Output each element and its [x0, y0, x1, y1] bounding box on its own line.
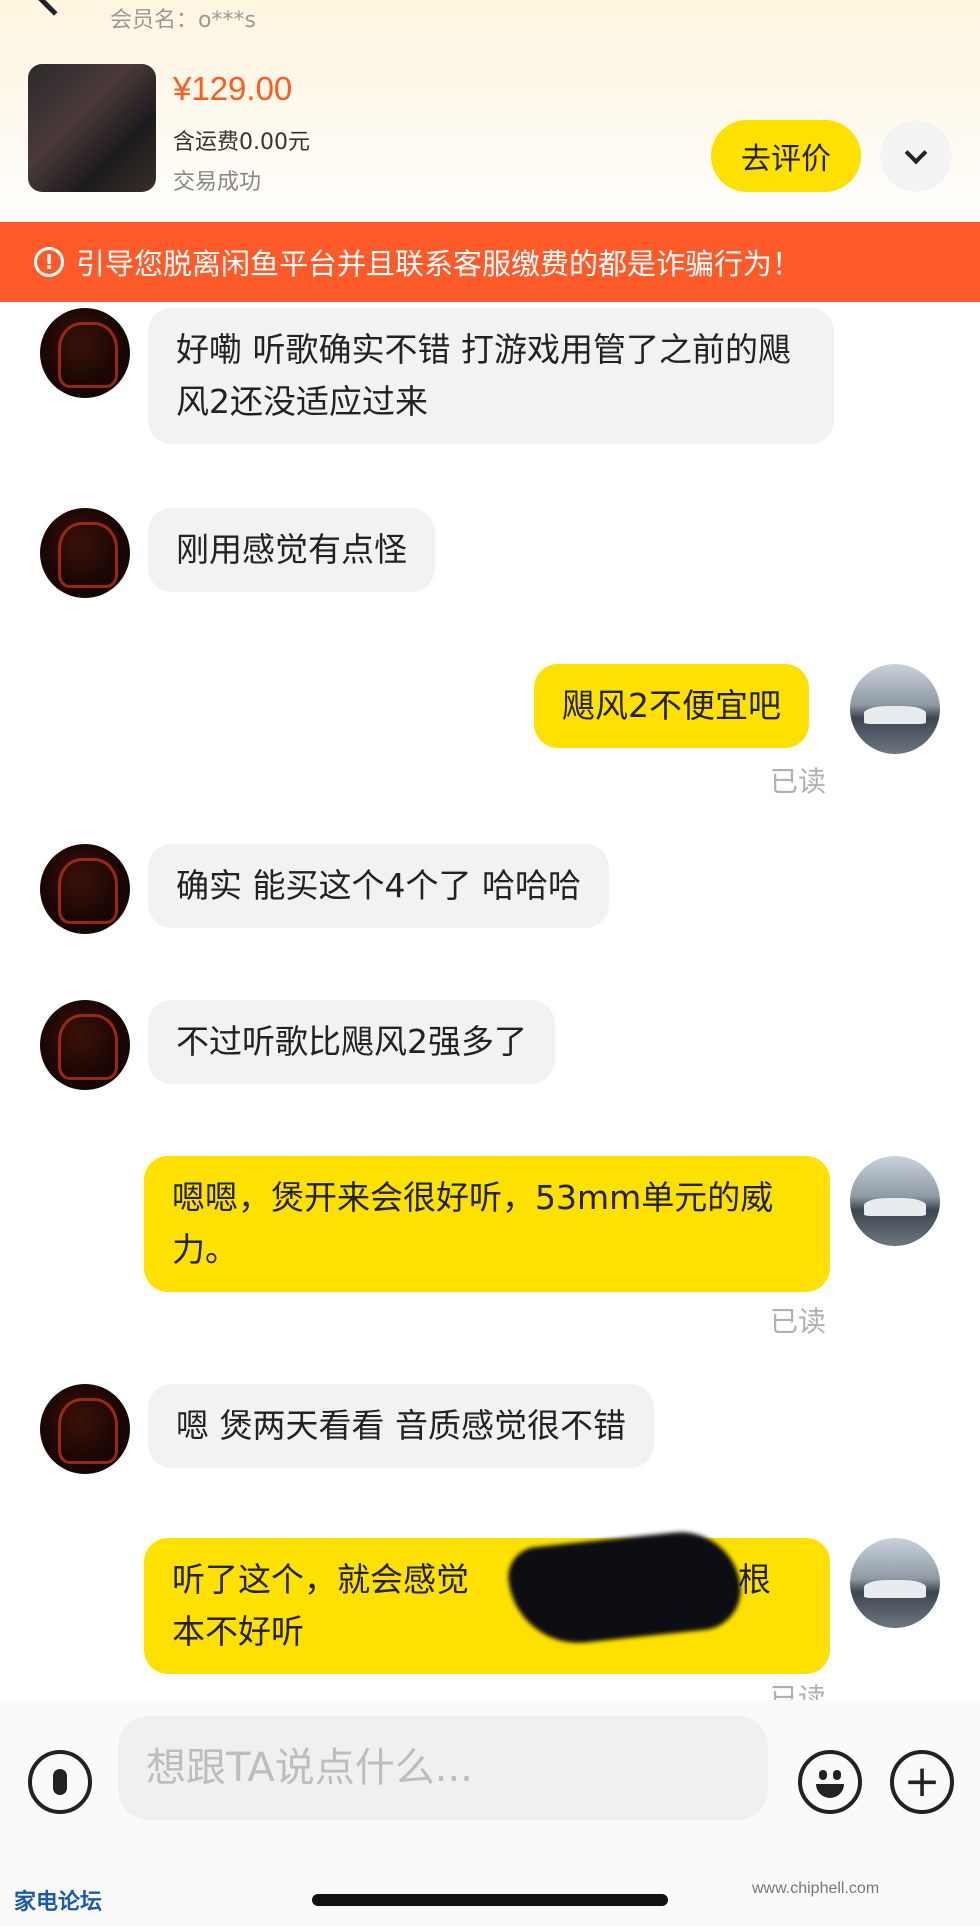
shipping-fee: 含运费0.00元 — [173, 130, 310, 155]
smiley-mouth — [816, 1784, 844, 1798]
plus-icon: + — [903, 1756, 941, 1807]
message-bubble-outgoing: 嗯嗯，煲开来会很好听，53mm单元的威力。 — [144, 1156, 830, 1292]
warning-icon: ! — [34, 247, 64, 277]
product-thumbnail[interactable] — [28, 64, 156, 192]
expand-button[interactable] — [880, 120, 952, 192]
warning-text: 引导您脱离闲鱼平台并且联系客服缴费的都是诈骗行为！ — [76, 247, 802, 281]
message-bubble-incoming: 不过听歌比飓风2强多了 — [148, 1000, 555, 1084]
voice-button[interactable] — [28, 1750, 92, 1814]
fraud-warning-banner: ! 引导您脱离闲鱼平台并且联系客服缴费的都是诈骗行为！ — [0, 222, 980, 302]
microphone-icon — [53, 1769, 67, 1795]
message-bubble-incoming: 嗯 煲两天看看 音质感觉很不错 — [148, 1384, 654, 1468]
message-bubble-outgoing: 飓风2不便宜吧 — [534, 664, 809, 748]
read-receipt: 已读 — [770, 765, 827, 798]
review-button[interactable]: 去评价 — [711, 120, 861, 192]
message-bubble-incoming: 好嘞 听歌确实不错 打游戏用管了之前的飓风2还没适应过来 — [148, 308, 834, 444]
member-name: 会员名：o***s — [110, 8, 256, 33]
read-receipt: 已读 — [770, 1682, 827, 1700]
message-bubble-incoming: 刚用感觉有点怪 — [148, 508, 435, 592]
seller-avatar[interactable] — [40, 1000, 130, 1090]
trade-status: 交易成功 — [173, 170, 262, 195]
message-text: 听了这个，就会感觉 — [172, 1560, 469, 1599]
back-arrow-icon[interactable] — [34, 0, 74, 16]
smiley-eye — [833, 1770, 841, 1780]
seller-avatar[interactable] — [40, 508, 130, 598]
read-receipt: 已读 — [770, 1305, 827, 1338]
forum-watermark-right: www.chiphell.com — [752, 1880, 880, 1897]
order-header: 会员名：o***s ¥129.00 含运费0.00元 交易成功 去评价 — [0, 0, 980, 222]
seller-avatar[interactable] — [40, 1384, 130, 1474]
message-input[interactable] — [118, 1716, 768, 1820]
seller-avatar[interactable] — [40, 844, 130, 934]
seller-avatar[interactable] — [40, 308, 130, 398]
order-price: ¥129.00 — [173, 70, 293, 107]
emoji-button[interactable] — [798, 1750, 862, 1814]
smiley-face-icon — [819, 1770, 827, 1780]
forum-watermark-left: 家电论坛 — [14, 1889, 103, 1914]
user-avatar[interactable] — [850, 1156, 940, 1246]
message-bubble-incoming: 确实 能买这个4个了 哈哈哈 — [148, 844, 609, 928]
home-indicator[interactable] — [312, 1894, 668, 1906]
chevron-down-icon — [904, 141, 928, 165]
plus-button[interactable]: + — [890, 1750, 954, 1814]
user-avatar[interactable] — [850, 1538, 940, 1628]
user-avatar[interactable] — [850, 664, 940, 754]
